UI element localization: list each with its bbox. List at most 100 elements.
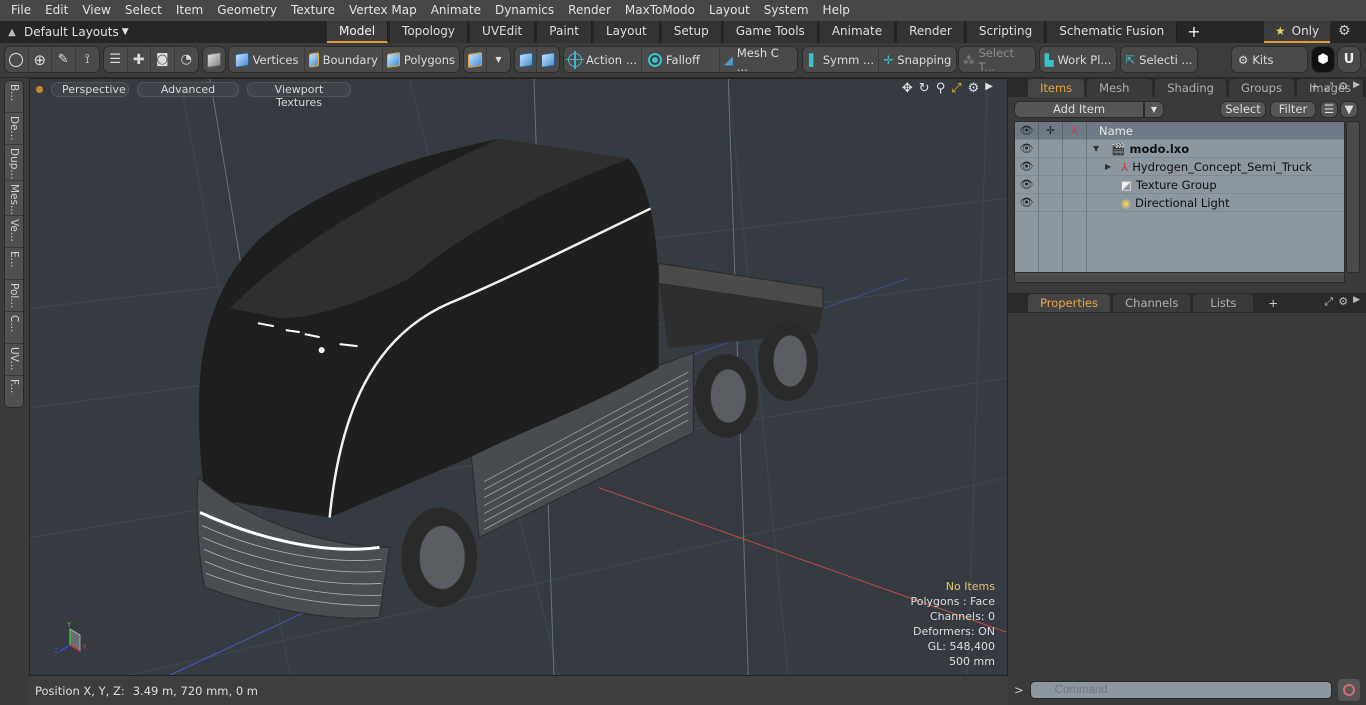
left-tab-deform[interactable]: De... [5, 113, 23, 146]
left-tab-basic[interactable]: B... [5, 81, 23, 114]
lasso-button[interactable]: ⟟ [76, 47, 99, 72]
vertices-button[interactable]: Vertices [229, 47, 305, 72]
symmetry-button[interactable]: ▌ Symm ... [803, 47, 879, 72]
record-macro-button[interactable] [1337, 679, 1360, 701]
3d-viewport[interactable]: Perspective Advanced Viewport Textures ✥… [29, 78, 1008, 676]
left-tab-uv[interactable]: UV... [5, 344, 23, 376]
tab-game-tools[interactable]: Game Tools [723, 21, 818, 43]
left-tab-edge[interactable]: E... [5, 248, 23, 280]
zoom-icon[interactable]: ⚲ [936, 81, 946, 96]
add-item-dropdown[interactable]: ▼ [1144, 100, 1164, 118]
pen-button[interactable]: ✎ [52, 47, 76, 72]
gear-icon[interactable]: ⚙ [1338, 295, 1348, 309]
maximize-icon[interactable]: ⤢ [1324, 80, 1333, 94]
center-button[interactable] [515, 47, 538, 72]
menu-help[interactable]: Help [816, 0, 857, 21]
tab-lists[interactable]: Lists [1193, 294, 1254, 312]
falloff-button[interactable]: Falloff [642, 47, 720, 72]
menu-view[interactable]: View [75, 0, 117, 21]
expand-right-icon[interactable]: ▶ [1353, 295, 1360, 309]
type-column-icon[interactable]: ⅄ [1063, 121, 1087, 140]
tab-uvedit[interactable]: UVEdit [470, 21, 536, 43]
menu-animate[interactable]: Animate [424, 0, 488, 21]
tab-groups[interactable]: Groups [1228, 79, 1294, 97]
menu-texture[interactable]: Texture [284, 0, 342, 21]
advanced-button[interactable]: Advanced [137, 81, 239, 97]
uv-unwrap-button[interactable]: ✚ [128, 47, 151, 72]
menu-maxtomodo[interactable]: MaxToModo [618, 0, 702, 21]
list-options-icon[interactable]: ☰ [1320, 100, 1338, 118]
menu-geometry[interactable]: Geometry [210, 0, 284, 21]
visibility-column-icon[interactable]: 👁 [1015, 121, 1039, 140]
funnel-icon[interactable]: ▼ [1340, 100, 1358, 118]
tab-shading[interactable]: Shading [1155, 79, 1226, 97]
viewport-textures-button[interactable]: Viewport Textures [247, 81, 351, 109]
select-button[interactable]: Select [1220, 100, 1266, 118]
work-plane-button[interactable]: ▙ Work Pl... [1040, 47, 1116, 72]
tree-row[interactable]: 👁 ◩ Texture Group [1015, 175, 1344, 194]
gear-icon[interactable]: ⚙ [1338, 23, 1351, 39]
eye-icon[interactable]: 👁 [1015, 139, 1039, 158]
menu-system[interactable]: System [757, 0, 816, 21]
menu-dynamics[interactable]: Dynamics [488, 0, 561, 21]
lock-cell[interactable] [1039, 139, 1063, 158]
tab-layout[interactable]: Layout [593, 21, 660, 43]
menu-render[interactable]: Render [561, 0, 618, 21]
menu-edit[interactable]: Edit [38, 0, 75, 21]
frame-button[interactable]: ◙ [151, 47, 175, 72]
expand-icon[interactable]: ▶ [1105, 162, 1111, 171]
tab-render[interactable]: Render [897, 21, 965, 43]
pan-icon[interactable]: ✥ [902, 81, 913, 96]
kits-button[interactable]: ⚙ Kits [1232, 47, 1307, 72]
add-item-button[interactable]: Add Item [1014, 100, 1144, 118]
action-center-button[interactable]: Action... [564, 47, 642, 72]
pivot-button[interactable] [537, 47, 559, 72]
tab-mesh[interactable]: Mesh ... [1087, 79, 1153, 113]
command-input[interactable] [1029, 681, 1332, 699]
tab-animate[interactable]: Animate [819, 21, 896, 43]
lock-cell[interactable] [1039, 175, 1063, 194]
selection-sets-button[interactable]: ⇱ Selecti ... [1121, 47, 1197, 72]
gear-icon[interactable]: ⚙ [968, 81, 980, 96]
left-tab-curve[interactable]: C... [5, 312, 23, 344]
lock-column-icon[interactable]: ✛ [1039, 121, 1063, 140]
perspective-button[interactable]: Perspective [51, 81, 129, 97]
tab-topology[interactable]: Topology [390, 21, 469, 43]
material-mode-button[interactable] [464, 47, 488, 72]
lock-cell[interactable] [1039, 157, 1063, 176]
name-column-header[interactable]: Name [1087, 124, 1133, 138]
tab-scripting[interactable]: Scripting [966, 21, 1046, 43]
collapse-icon[interactable]: ▼ [1093, 144, 1099, 153]
expand-right-icon[interactable]: ▶ [1353, 80, 1360, 94]
left-tab-duplicate[interactable]: Dup... [5, 145, 23, 181]
tab-setup[interactable]: Setup [661, 21, 722, 43]
tree-row[interactable]: 👁 ▶ ⅄ Hydrogen_Concept_Semi_Truck [1015, 157, 1344, 176]
expand-right-icon[interactable]: ▶ [985, 81, 993, 96]
left-tab-vertex[interactable]: Ve... [5, 216, 23, 248]
menu-file[interactable]: File [4, 0, 38, 21]
gear-icon[interactable]: ⚙ [1338, 80, 1348, 94]
dial-button[interactable]: ◔ [175, 47, 198, 72]
add-tab-button[interactable]: + [1179, 21, 1208, 43]
mesh-constraint-button[interactable]: ◢ Mesh C ... [720, 46, 797, 74]
items-scrollbar[interactable] [1346, 121, 1360, 273]
menu-select[interactable]: Select [118, 0, 169, 21]
boundary-button[interactable]: Boundary [305, 47, 383, 72]
maximize-icon[interactable]: ⤢ [951, 81, 961, 96]
filter-button[interactable]: Filter [1270, 100, 1316, 118]
maximize-icon[interactable]: ⤢ [1324, 295, 1333, 309]
add-tab-icon[interactable]: + [1310, 80, 1319, 94]
align-button[interactable]: ☰ [104, 47, 128, 72]
tab-paint[interactable]: Paint [537, 21, 592, 43]
eye-icon[interactable]: 👁 [1015, 175, 1039, 194]
tab-model[interactable]: Model [327, 21, 389, 43]
tab-channels[interactable]: Channels [1113, 294, 1191, 312]
left-tab-fusion[interactable]: F... [5, 376, 23, 407]
item-mode-button[interactable] [203, 47, 225, 72]
material-dropdown-button[interactable]: ▼ [487, 47, 510, 72]
lock-cell[interactable] [1039, 193, 1063, 212]
tree-row[interactable]: 👁 ◉ Directional Light [1015, 193, 1344, 212]
polygons-button[interactable]: Polygons [383, 47, 459, 72]
snapping-button[interactable]: ✛ Snapping [879, 47, 956, 72]
unity-button[interactable]: ⬢ [1312, 47, 1334, 72]
